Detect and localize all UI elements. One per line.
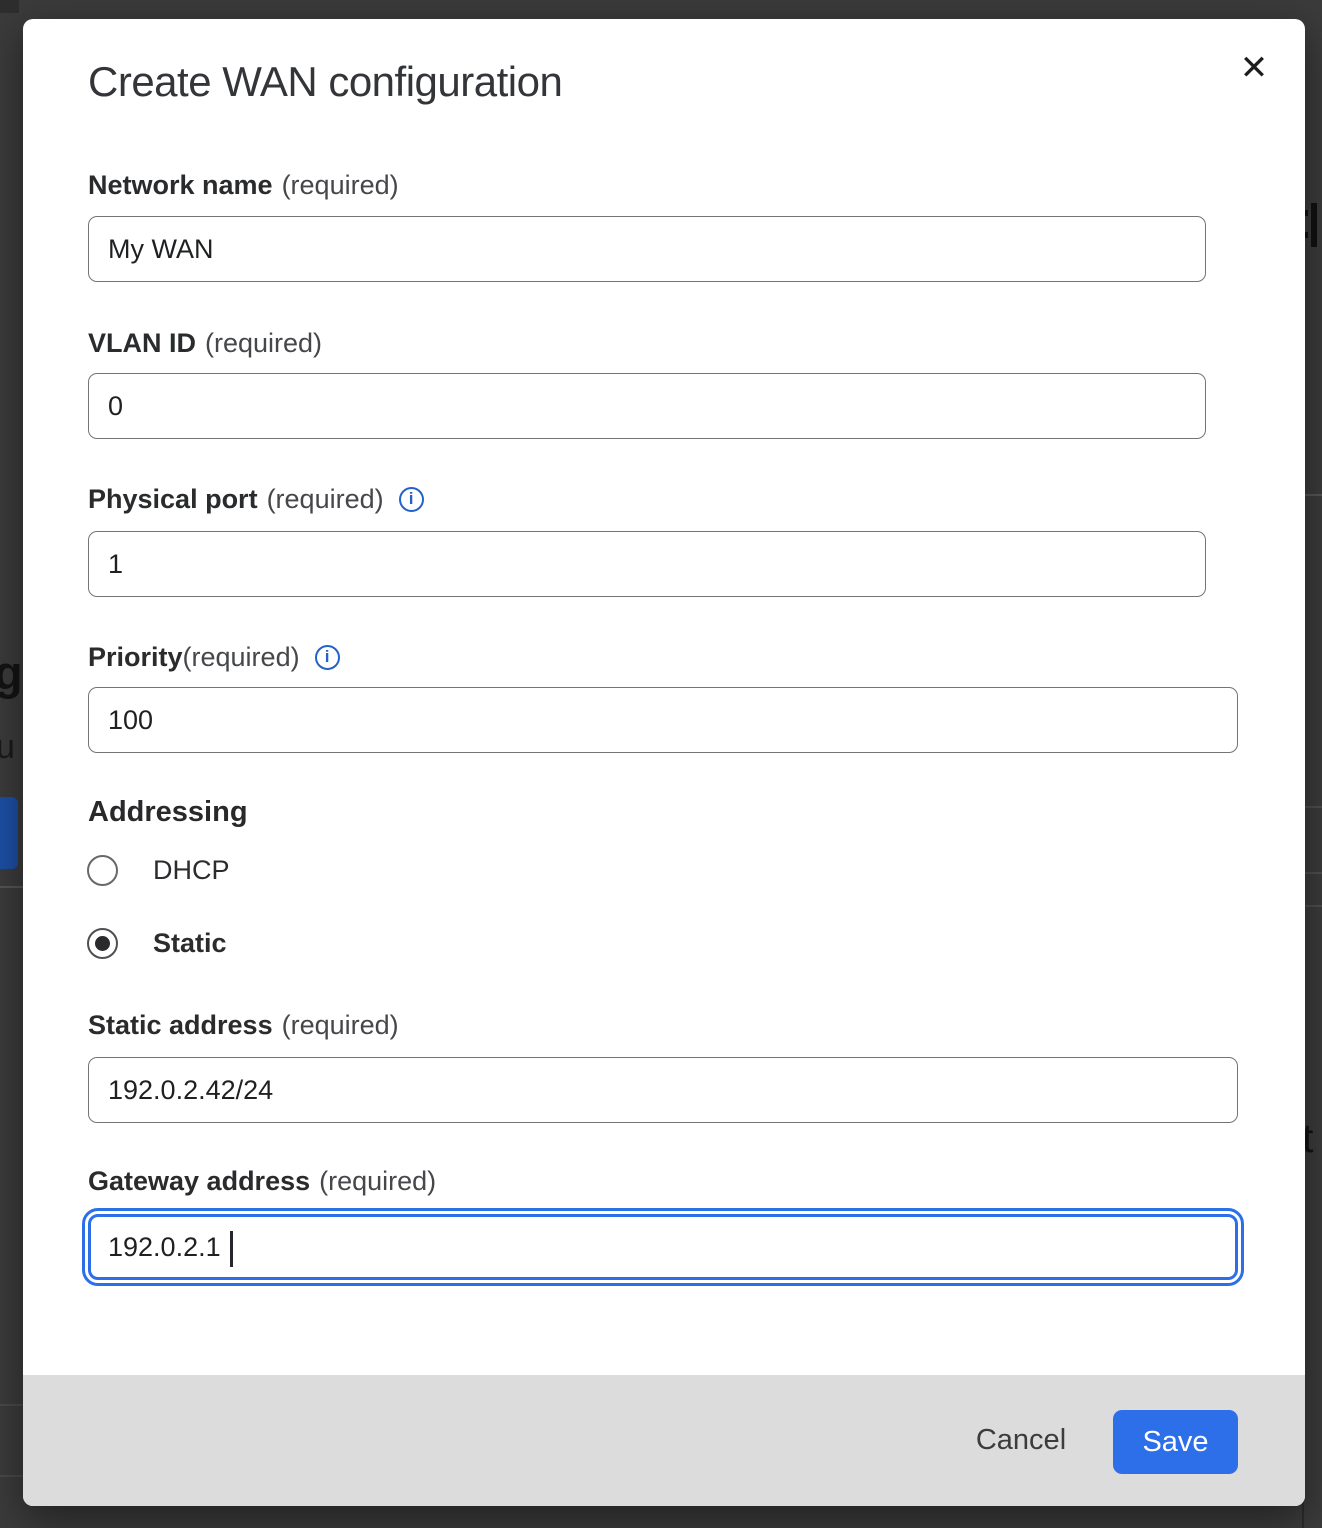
info-icon[interactable]: i [399, 487, 424, 512]
gateway-address-input[interactable] [88, 1214, 1238, 1280]
priority-label-text: Priority [88, 640, 183, 674]
gateway-address-label: Gateway address (required) [88, 1164, 436, 1198]
backdrop-text-fragment: g [0, 645, 23, 700]
priority-label: Priority (required) i [88, 640, 340, 674]
vlan-id-label-text: VLAN ID [88, 326, 196, 360]
close-icon[interactable]: ✕ [1230, 44, 1278, 92]
static-address-label-text: Static address [88, 1008, 273, 1042]
radio-unselected-icon[interactable] [87, 855, 118, 886]
text-cursor [230, 1231, 233, 1267]
cancel-button[interactable]: Cancel [951, 1407, 1091, 1473]
required-hint: (required) [282, 1008, 399, 1042]
addressing-option-static[interactable]: Static [87, 928, 227, 959]
network-name-label-text: Network name [88, 168, 273, 202]
required-hint: (required) [319, 1164, 436, 1198]
create-wan-modal: Create WAN configuration ✕ Network name … [23, 19, 1305, 1506]
modal-footer: Cancel Save [23, 1375, 1305, 1506]
addressing-heading: Addressing [88, 796, 248, 829]
save-button[interactable]: Save [1113, 1410, 1238, 1474]
gateway-address-label-text: Gateway address [88, 1164, 310, 1198]
backdrop-divider [1305, 905, 1322, 907]
priority-input[interactable] [88, 687, 1238, 753]
required-hint: (required) [205, 326, 322, 360]
info-icon[interactable]: i [315, 645, 340, 670]
modal-title: Create WAN configuration [88, 56, 562, 108]
backdrop-divider [1305, 872, 1322, 874]
backdrop-divider [0, 1475, 23, 1477]
vlan-id-label: VLAN ID (required) [88, 326, 322, 360]
vlan-id-input[interactable] [88, 373, 1206, 439]
required-hint: (required) [282, 168, 399, 202]
required-hint: (required) [267, 482, 384, 516]
physical-port-label: Physical port (required) i [88, 482, 424, 516]
network-name-label: Network name (required) [88, 168, 399, 202]
physical-port-label-text: Physical port [88, 482, 258, 516]
backdrop-divider [1305, 806, 1322, 808]
network-name-input[interactable] [88, 216, 1206, 282]
backdrop-divider [0, 1404, 23, 1406]
required-hint: (required) [183, 640, 300, 674]
static-address-label: Static address (required) [88, 1008, 399, 1042]
backdrop-glyph-fragment [1311, 203, 1317, 247]
radio-label: Static [153, 928, 227, 959]
backdrop-button-fragment [0, 797, 18, 869]
static-address-input[interactable] [88, 1057, 1238, 1123]
backdrop-divider [1305, 494, 1322, 496]
addressing-option-dhcp[interactable]: DHCP [87, 855, 230, 886]
backdrop-corner [0, 0, 19, 13]
radio-label: DHCP [153, 855, 230, 886]
backdrop-text-fragment: u [0, 728, 15, 767]
physical-port-input[interactable] [88, 531, 1206, 597]
radio-selected-icon[interactable] [87, 928, 118, 959]
backdrop-divider [0, 886, 23, 888]
